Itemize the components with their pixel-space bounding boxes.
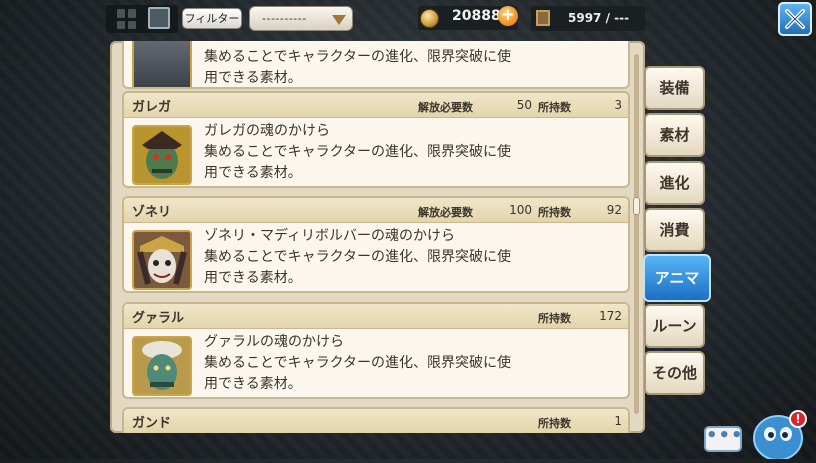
owned-label: 所持数 (538, 312, 571, 325)
sort-dropdown[interactable]: ---------- (249, 6, 353, 31)
required-value: 50 (516, 98, 532, 112)
tab-materials[interactable]: 素材 (644, 113, 705, 157)
tab-runes[interactable]: ルーン (644, 304, 705, 348)
owned-label: 所持数 (538, 417, 571, 430)
owned-value: 3 (614, 98, 622, 112)
item-header: ガレガ 解放必要数 50 所持数 3 (124, 93, 628, 118)
owned-label: 所持数 (538, 206, 571, 219)
list-item[interactable]: ガレガ 解放必要数 50 所持数 3 ガレガの魂のかけら 集めることでキャラクタ… (122, 91, 630, 188)
list-item[interactable]: ガンド 所持数 1 (122, 407, 630, 433)
chevron-down-icon (332, 15, 346, 25)
coin-icon (420, 9, 439, 28)
item-header: ガンド 所持数 1 (124, 409, 628, 433)
inventory-icon (536, 10, 550, 26)
item-name: ガレガ (132, 100, 172, 115)
tab-anima[interactable]: アニマ (643, 254, 711, 302)
character-portrait (132, 230, 192, 290)
list-item[interactable]: グァラル 所持数 172 グァラルの魂のかけら 集めることでキャラクターの進化、… (122, 302, 630, 399)
inventory-capacity-value: 5997 / --- (568, 11, 630, 25)
character-portrait (132, 41, 192, 87)
item-list-panel[interactable]: 集めることでキャラクターの進化、限界突破に使 用できる素材。 ガレガ 解放必要数… (110, 41, 645, 433)
chat-button[interactable]: ••• (704, 426, 743, 452)
sort-dropdown-value: ---------- (262, 12, 307, 25)
owned-label: 所持数 (538, 101, 571, 114)
required-value: 100 (509, 203, 532, 217)
item-list: 集めることでキャラクターの進化、限界突破に使 用できる素材。 ガレガ 解放必要数… (110, 41, 645, 433)
item-name: グァラル (132, 311, 185, 326)
item-header: グァラル 所持数 172 (124, 304, 628, 329)
tab-equipment[interactable]: 装備 (644, 66, 705, 110)
add-coins-button[interactable]: + (498, 6, 518, 26)
item-description: ガレガの魂のかけら 集めることでキャラクターの進化、限界突破に使 用できる素材。 (204, 123, 512, 181)
required-label: 解放必要数 (418, 101, 473, 114)
scrollbar-track[interactable] (634, 54, 639, 414)
owned-value: 92 (606, 203, 622, 217)
owned-value: 1 (614, 414, 622, 428)
character-portrait (132, 125, 192, 185)
required-label: 解放必要数 (418, 206, 473, 219)
item-header: ゾネリ 解放必要数 100 所持数 92 (124, 198, 628, 223)
filter-button[interactable]: フィルター (182, 8, 242, 29)
item-name: ガンド (132, 416, 172, 431)
item-description: ゾネリ・マディリボルバーの魂のかけら 集めることでキャラクターの進化、限界突破に… (204, 228, 512, 286)
grid-view-icon[interactable] (117, 9, 137, 29)
notification-badge: ! (789, 410, 807, 428)
close-button[interactable] (778, 2, 812, 36)
coin-value: 20888 (452, 8, 501, 24)
tab-evolution[interactable]: 進化 (644, 161, 705, 205)
list-item[interactable]: ゾネリ 解放必要数 100 所持数 92 ゾネリ・マディリボルバーの魂のかけら … (122, 196, 630, 293)
owned-value: 172 (599, 309, 622, 323)
tab-other[interactable]: その他 (644, 351, 705, 395)
scrollbar-thumb[interactable] (633, 197, 640, 215)
item-name: ゾネリ (132, 205, 172, 220)
tab-consumables[interactable]: 消費 (644, 208, 705, 252)
close-icon (785, 9, 805, 29)
item-description: グァラルの魂のかけら 集めることでキャラクターの進化、限界突破に使 用できる素材… (204, 334, 512, 392)
list-item[interactable]: 集めることでキャラクターの進化、限界突破に使 用できる素材。 (122, 41, 630, 89)
mascot-icon[interactable] (748, 398, 810, 461)
item-description: 集めることでキャラクターの進化、限界突破に使 用できる素材。 (204, 49, 512, 86)
list-view-icon[interactable] (148, 7, 170, 29)
character-portrait (132, 336, 192, 396)
